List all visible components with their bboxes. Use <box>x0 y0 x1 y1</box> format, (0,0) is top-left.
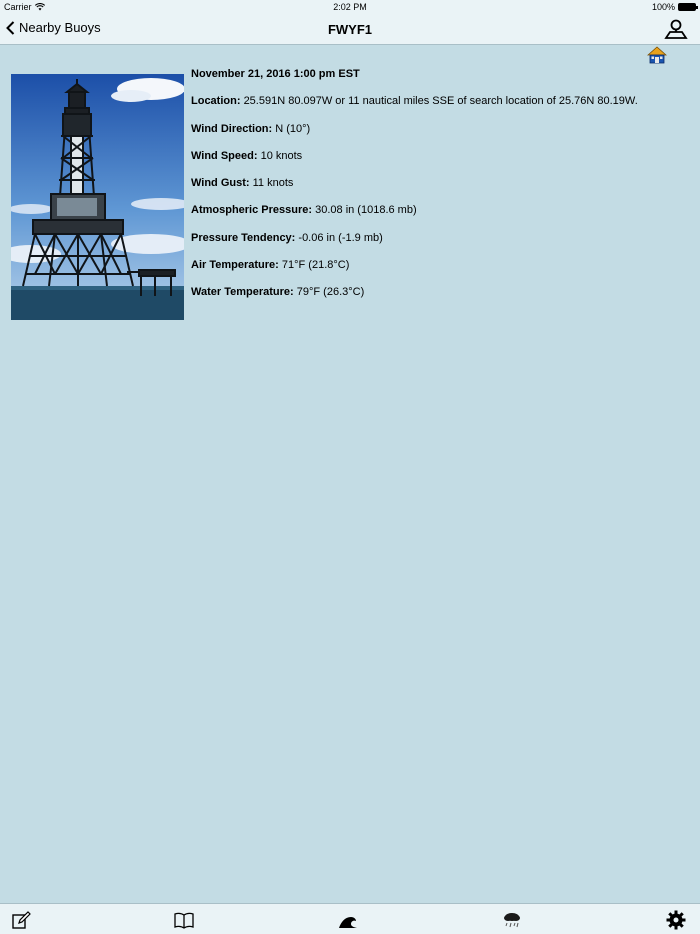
page-title: FWYF1 <box>327 22 373 37</box>
home-icon[interactable] <box>646 46 668 64</box>
observation-datetime: November 21, 2016 1:00 pm EST <box>191 67 691 94</box>
battery-indicator: 100% <box>651 0 698 14</box>
detail-value: -0.06 in (-1.9 mb) <box>298 231 383 244</box>
detail-value: 71°F (21.8°C) <box>281 259 350 272</box>
detail-value: 11 knots <box>252 177 294 190</box>
detail-row-air-temperature: Air Temperature: 71°F (21.8°C) <box>191 258 691 285</box>
detail-row-wind-speed: Wind Speed: 10 knots <box>191 149 691 176</box>
person-location-icon <box>664 19 688 39</box>
buoy-station-photo <box>11 74 184 320</box>
detail-label: Atmospheric Pressure: <box>191 204 313 217</box>
detail-row-wind-gust: Wind Gust: 11 knots <box>191 176 691 203</box>
detail-row-location: Location: 25.591N 80.097W or 11 nautical… <box>191 94 691 121</box>
detail-label: Water Temperature: <box>191 286 294 299</box>
tab-book[interactable] <box>174 910 194 930</box>
status-bar: Carrier 2:02 PM 100% <box>0 0 700 14</box>
navigation-bar: Nearby Buoys FWYF1 <box>0 14 700 45</box>
book-icon <box>174 912 194 929</box>
tab-edit[interactable] <box>11 910 31 930</box>
detail-label: Location: <box>191 95 241 108</box>
wave-icon <box>339 917 357 928</box>
detail-row-atmospheric-pressure: Atmospheric Pressure: 30.08 in (1018.6 m… <box>191 203 691 230</box>
tab-settings[interactable] <box>666 910 686 930</box>
battery-percent: 100% <box>651 2 675 12</box>
detail-label: Pressure Tendency: <box>191 231 296 244</box>
detail-value: N (10°) <box>275 122 311 135</box>
location-button[interactable] <box>664 18 688 45</box>
detail-row-water-temperature: Water Temperature: 79°F (26.3°C) <box>191 285 691 312</box>
tab-storm[interactable] <box>502 910 522 930</box>
datetime-value: November 21, 2016 1:00 pm EST <box>191 68 360 80</box>
detail-label: Air Temperature: <box>191 259 279 272</box>
detail-value: 79°F (26.3°C) <box>296 286 365 299</box>
detail-value: 10 knots <box>260 149 303 162</box>
detail-value: 30.08 in (1018.6 mb) <box>315 204 417 217</box>
detail-label: Wind Speed: <box>191 149 258 162</box>
detail-row-pressure-tendency: Pressure Tendency: -0.06 in (-1.9 mb) <box>191 231 691 258</box>
detail-row-wind-direction: Wind Direction: N (10°) <box>191 122 691 149</box>
storm-cloud-icon <box>504 913 520 928</box>
tab-wave[interactable] <box>338 910 358 930</box>
observation-details: November 21, 2016 1:00 pm EST Location: … <box>191 67 691 313</box>
edit-icon <box>12 911 31 929</box>
detail-value: 25.591N 80.097W or 11 nautical miles SSE… <box>243 95 638 108</box>
tab-bar <box>0 903 700 934</box>
battery-icon <box>678 3 698 11</box>
detail-label: Wind Direction: <box>191 122 273 135</box>
detail-label: Wind Gust: <box>191 177 250 190</box>
gear-icon <box>666 910 686 930</box>
clock: 2:02 PM <box>333 2 367 12</box>
